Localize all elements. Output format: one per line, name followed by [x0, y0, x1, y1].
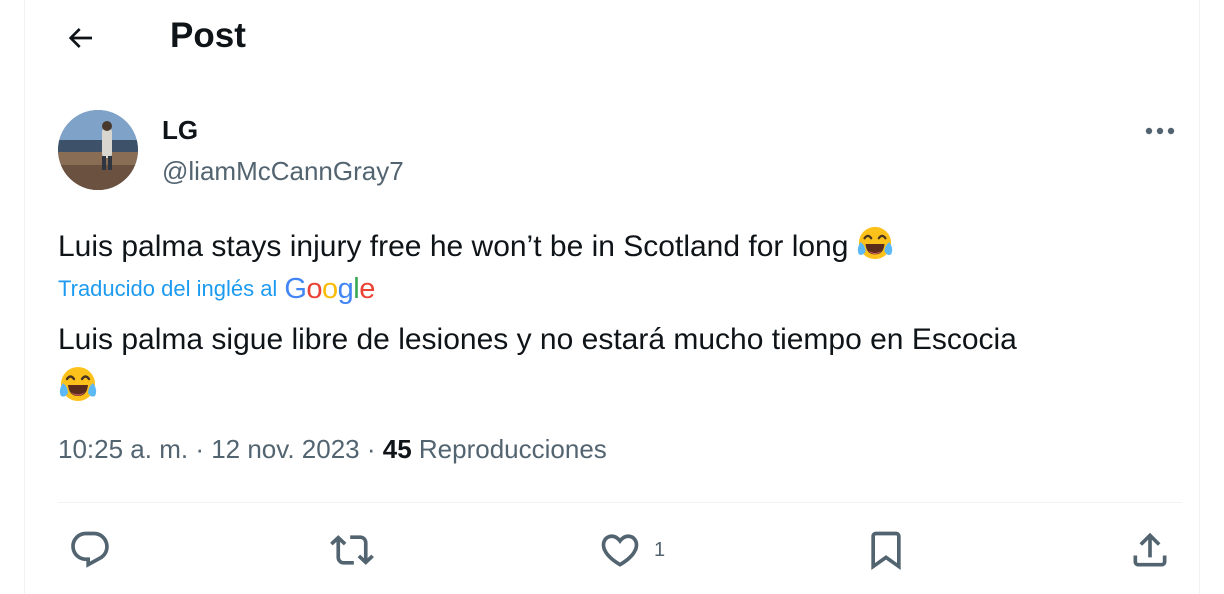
views-count: 45 — [382, 434, 412, 464]
translation-link[interactable]: Traducido del inglés al Google — [58, 272, 375, 306]
separator-dot: · — [195, 434, 212, 464]
share-button[interactable] — [1128, 528, 1172, 572]
tweet-text: Luis palma stays injury free he won’t be… — [58, 224, 894, 273]
tweet-date[interactable]: 12 nov. 2023 — [211, 434, 359, 464]
views-label: Reproducciones — [418, 434, 607, 464]
tweet-text-content: Luis palma stays injury free he won’t be… — [58, 230, 849, 263]
tweet-metadata: 10:25 a. m. · 12 nov. 2023 · 45 Reproduc… — [58, 430, 607, 468]
like-count: 1 — [654, 538, 666, 561]
back-button[interactable] — [60, 18, 100, 58]
translation-label: Traducido del inglés al — [58, 276, 278, 301]
like-button[interactable]: 1 — [598, 528, 665, 572]
bookmark-button[interactable] — [864, 528, 908, 572]
heart-icon — [601, 534, 639, 567]
bookmark-icon — [871, 531, 901, 571]
page-title: Post — [170, 16, 246, 55]
divider — [58, 502, 1182, 503]
google-logo: Google — [284, 273, 375, 305]
laughing-emoji-icon — [58, 364, 1168, 415]
avatar[interactable] — [58, 110, 138, 190]
laughing-emoji-icon — [856, 224, 894, 273]
reply-icon — [71, 531, 109, 568]
reply-button[interactable] — [68, 528, 112, 572]
more-options-button[interactable] — [1138, 116, 1182, 146]
tweet-time[interactable]: 10:25 a. m. — [58, 434, 188, 464]
separator-dot: · — [366, 434, 383, 464]
author-handle[interactable]: @liamMcCannGray7 — [162, 154, 404, 188]
retweet-button[interactable] — [330, 528, 374, 572]
retweet-icon — [330, 535, 374, 565]
translated-text-content: Luis palma sigue libre de lesiones y no … — [58, 323, 1017, 356]
share-icon — [1133, 532, 1167, 567]
translated-text: Luis palma sigue libre de lesiones y no … — [58, 320, 1168, 415]
more-icon — [1145, 127, 1175, 135]
arrow-left-icon — [68, 28, 92, 48]
author-name[interactable]: LG — [162, 114, 198, 146]
